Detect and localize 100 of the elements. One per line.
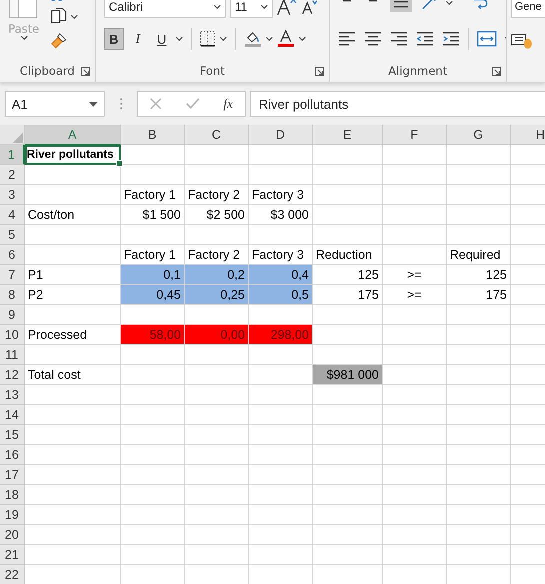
grid-cell[interactable] — [25, 305, 121, 325]
caret-icon[interactable] — [176, 36, 183, 42]
underline-button[interactable]: U — [152, 28, 172, 50]
dialog-launcher-icon[interactable] — [81, 67, 90, 76]
grid-cell[interactable] — [447, 385, 511, 405]
grid-cell[interactable] — [185, 425, 249, 445]
grid-cell[interactable] — [249, 425, 313, 445]
row-header[interactable]: 1 — [0, 145, 25, 165]
caret-icon[interactable] — [299, 36, 306, 42]
grid-cell[interactable] — [383, 145, 447, 165]
grid-cell[interactable] — [383, 405, 447, 425]
caret-icon[interactable] — [220, 36, 227, 42]
grid-cell[interactable] — [447, 505, 511, 525]
grid-cell[interactable] — [447, 305, 511, 325]
row-header[interactable]: 18 — [0, 485, 25, 505]
grid-cell[interactable] — [249, 165, 313, 185]
caret-icon[interactable] — [266, 36, 273, 42]
row-header[interactable]: 20 — [0, 525, 25, 545]
grid-cell[interactable] — [447, 365, 511, 385]
column-header[interactable]: E — [313, 125, 383, 145]
fill-color-icon[interactable] — [244, 30, 262, 48]
caret-icon[interactable] — [261, 4, 268, 10]
name-box[interactable]: A1 — [5, 91, 105, 117]
align-center-icon[interactable] — [364, 31, 382, 47]
grid-cell[interactable] — [249, 525, 313, 545]
grid-cell[interactable] — [25, 345, 121, 365]
grid-cell[interactable] — [313, 325, 383, 345]
grid-cell[interactable] — [383, 185, 447, 205]
grid-cell[interactable] — [121, 385, 185, 405]
grid-cell[interactable] — [447, 545, 511, 565]
row-header[interactable]: 2 — [0, 165, 25, 185]
grid-cell[interactable] — [447, 165, 511, 185]
caret-icon[interactable] — [71, 14, 78, 20]
row-header[interactable]: 17 — [0, 465, 25, 485]
grid-cell[interactable] — [447, 465, 511, 485]
row-header[interactable]: 4 — [0, 205, 25, 225]
conditional-format-icon[interactable] — [511, 32, 533, 50]
grid-cell[interactable] — [447, 185, 511, 205]
grid-cell[interactable] — [447, 425, 511, 445]
grid-cell[interactable] — [313, 445, 383, 465]
grid-cell[interactable] — [249, 145, 313, 165]
grid-cell[interactable] — [447, 225, 511, 245]
font-name-field[interactable]: Calibri — [104, 0, 226, 18]
grid-cell[interactable] — [313, 525, 383, 545]
grid-cell[interactable] — [185, 225, 249, 245]
grid-cell[interactable] — [447, 525, 511, 545]
grid-cell[interactable] — [313, 405, 383, 425]
fill-handle[interactable] — [116, 160, 123, 167]
grid-cell[interactable] — [383, 205, 447, 225]
row-header[interactable]: 13 — [0, 385, 25, 405]
grid-cell[interactable] — [383, 245, 447, 265]
grid-cell[interactable] — [25, 525, 121, 545]
grid-cell[interactable] — [25, 165, 121, 185]
column-header[interactable]: C — [185, 125, 249, 145]
row-header[interactable]: 7 — [0, 265, 25, 285]
grid-cell[interactable] — [121, 525, 185, 545]
grid-cell[interactable] — [447, 405, 511, 425]
grid-cell[interactable] — [121, 445, 185, 465]
grid-cell[interactable] — [383, 345, 447, 365]
grid-cell[interactable] — [313, 205, 383, 225]
grid-cell[interactable] — [383, 445, 447, 465]
grid-cell[interactable] — [121, 485, 185, 505]
grid-cell[interactable] — [447, 325, 511, 345]
italic-button[interactable]: I — [128, 28, 148, 50]
grid-cell[interactable] — [25, 505, 121, 525]
grid-cell[interactable] — [25, 385, 121, 405]
grid-cell[interactable] — [313, 305, 383, 325]
grid-cell[interactable] — [447, 205, 511, 225]
grid-cell[interactable] — [383, 225, 447, 245]
brush-icon[interactable] — [50, 32, 68, 50]
grid-cell[interactable] — [313, 165, 383, 185]
grid-cell[interactable] — [185, 485, 249, 505]
shrink-font-icon[interactable] — [301, 0, 319, 15]
grid-cell[interactable] — [121, 145, 185, 165]
grid-cell[interactable] — [121, 165, 185, 185]
row-header[interactable]: 11 — [0, 345, 25, 365]
row-header[interactable]: 21 — [0, 545, 25, 565]
grid-cell[interactable] — [383, 325, 447, 345]
increase-indent-icon[interactable] — [442, 31, 460, 47]
borders-icon[interactable] — [200, 31, 216, 47]
grid-cell[interactable] — [383, 305, 447, 325]
grid-cell[interactable] — [185, 465, 249, 485]
grip-icon[interactable] — [120, 98, 122, 110]
grid-cell[interactable] — [121, 545, 185, 565]
column-header[interactable]: H — [511, 125, 545, 145]
grid-cell[interactable] — [121, 505, 185, 525]
grid-cell[interactable] — [25, 465, 121, 485]
grid-cell[interactable] — [447, 485, 511, 505]
grid-cell[interactable] — [249, 385, 313, 405]
column-header[interactable]: A — [25, 125, 121, 145]
grid-cell[interactable] — [185, 165, 249, 185]
grid-cell[interactable] — [383, 425, 447, 445]
grid-cell[interactable] — [121, 225, 185, 245]
grid-cell[interactable] — [383, 365, 447, 385]
grid-cell[interactable] — [383, 165, 447, 185]
row-header[interactable]: 6 — [0, 245, 25, 265]
column-header[interactable]: B — [121, 125, 185, 145]
grid-cell[interactable] — [25, 225, 121, 245]
dialog-launcher-icon[interactable] — [492, 67, 501, 76]
grid-cell[interactable] — [313, 185, 383, 205]
